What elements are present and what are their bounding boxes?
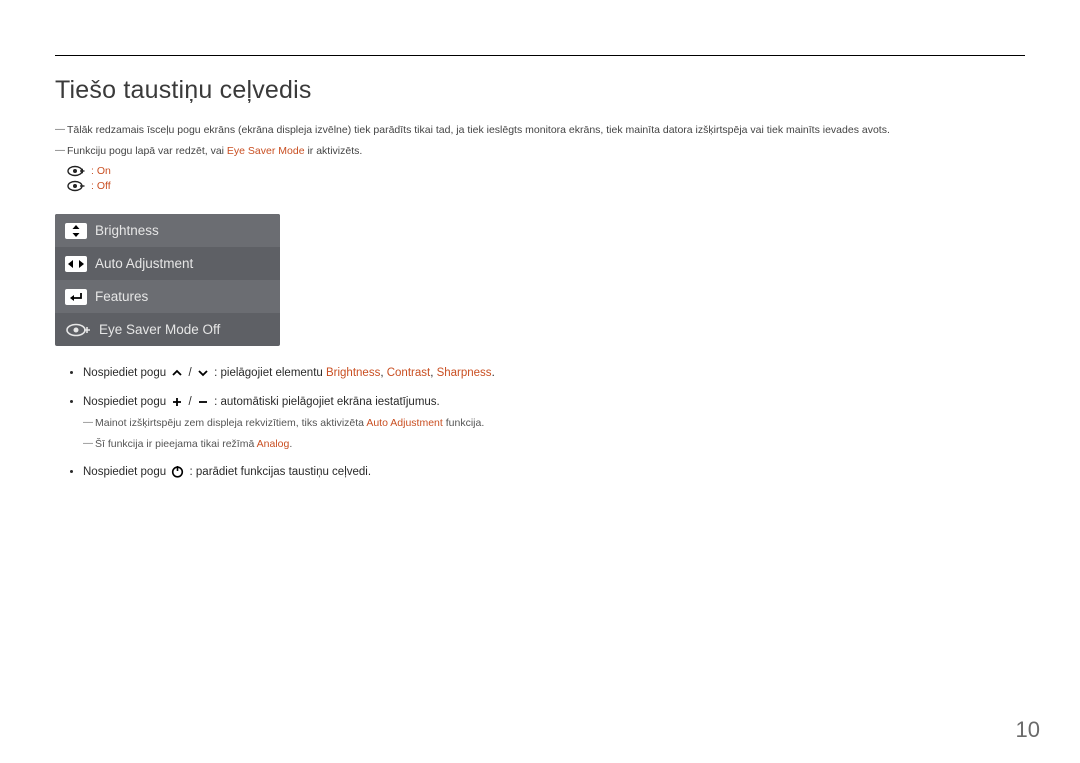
power-icon <box>171 465 184 478</box>
note2-text-c: ir aktivizēts. <box>305 145 363 157</box>
page-number: 10 <box>1016 717 1040 743</box>
osd-auto-adjustment-label: Auto Adjustment <box>95 256 193 271</box>
status-on-label: : On <box>91 165 111 177</box>
note2-text-a: Funkciju pogu lapā var redzēt, vai <box>67 145 227 157</box>
minus-icon <box>197 396 209 408</box>
osd-eye-saver-label: Eye Saver Mode Off <box>99 322 220 337</box>
b1-text-a: Nospiediet pogu <box>83 367 169 379</box>
b2-sub1: Mainot izšķirtspēju zem displeja rekvizī… <box>83 415 1025 432</box>
chevron-down-icon <box>197 368 209 378</box>
note-line-1: Tālāk redzamais īsceļu pogu ekrāns (ekrā… <box>55 123 1025 138</box>
osd-row-brightness: Brightness <box>55 214 280 247</box>
b1-sep: / <box>185 367 195 379</box>
b1-brightness: Brightness <box>326 367 380 379</box>
osd-row-features: Features <box>55 280 280 313</box>
chevron-up-icon <box>171 368 183 378</box>
eye-on-icon <box>67 165 85 177</box>
eye-saver-icon <box>65 321 91 339</box>
plus-icon <box>171 396 183 408</box>
osd-row-auto-adjustment: Auto Adjustment <box>55 247 280 280</box>
bullet-1: Nospiediet pogu / : pielāgojiet elementu… <box>83 364 1025 382</box>
osd-brightness-label: Brightness <box>95 223 159 238</box>
status-off-label: : Off <box>91 180 111 192</box>
up-down-arrows-icon <box>65 223 87 239</box>
status-off-row: : Off <box>67 180 1025 192</box>
instruction-list: Nospiediet pogu / : pielāgojiet elementu… <box>55 364 1025 481</box>
note2-eye-saver: Eye Saver Mode <box>227 145 305 157</box>
b2-sub1-a: Mainot izšķirtspēju zem displeja rekvizī… <box>95 417 366 429</box>
osd-row-eye-saver: Eye Saver Mode Off <box>55 313 280 346</box>
b3-text-a: Nospiediet pogu <box>83 466 169 478</box>
bullet-2: Nospiediet pogu / : automātiski pielāgoj… <box>83 393 1025 453</box>
b2-sub2-c: . <box>289 438 292 450</box>
note-line-2: Funkciju pogu lapā var redzēt, vai Eye S… <box>55 144 1025 159</box>
b2-sub2-b: Analog <box>257 438 290 450</box>
b2-sep: / <box>185 396 195 408</box>
page-title: Tiešo taustiņu ceļvedis <box>55 76 1025 105</box>
b3-text-b: : parādiet funkcijas taustiņu ceļvedi. <box>186 466 371 478</box>
enter-arrow-icon <box>65 289 87 305</box>
b1-contrast: Contrast <box>387 367 430 379</box>
left-right-arrows-icon <box>65 256 87 272</box>
b1-dot: . <box>492 367 495 379</box>
content-area: Tiešo taustiņu ceļvedis Tālāk redzamais … <box>0 56 1080 481</box>
b2-text-a: Nospiediet pogu <box>83 396 169 408</box>
b1-sharpness: Sharpness <box>437 367 492 379</box>
eye-off-icon <box>67 180 85 192</box>
b2-sub2: Šī funkcija ir pieejama tikai režīmā Ana… <box>83 436 1025 453</box>
osd-features-label: Features <box>95 289 148 304</box>
bullet-3: Nospiediet pogu : parādiet funkcijas tau… <box>83 463 1025 481</box>
b2-sub2-a: Šī funkcija ir pieejama tikai režīmā <box>95 438 257 450</box>
b2-sub1-b: Auto Adjustment <box>366 417 442 429</box>
status-on-row: : On <box>67 165 1025 177</box>
document-page: Tiešo taustiņu ceļvedis Tālāk redzamais … <box>0 0 1080 481</box>
b2-text-c: : automātiski pielāgojiet ekrāna iestatī… <box>211 396 440 408</box>
b1-text-c: : pielāgojiet elementu <box>211 367 326 379</box>
osd-menu: Brightness Auto Adjustment <box>55 214 280 346</box>
b2-sub1-c: funkcija. <box>443 417 484 429</box>
